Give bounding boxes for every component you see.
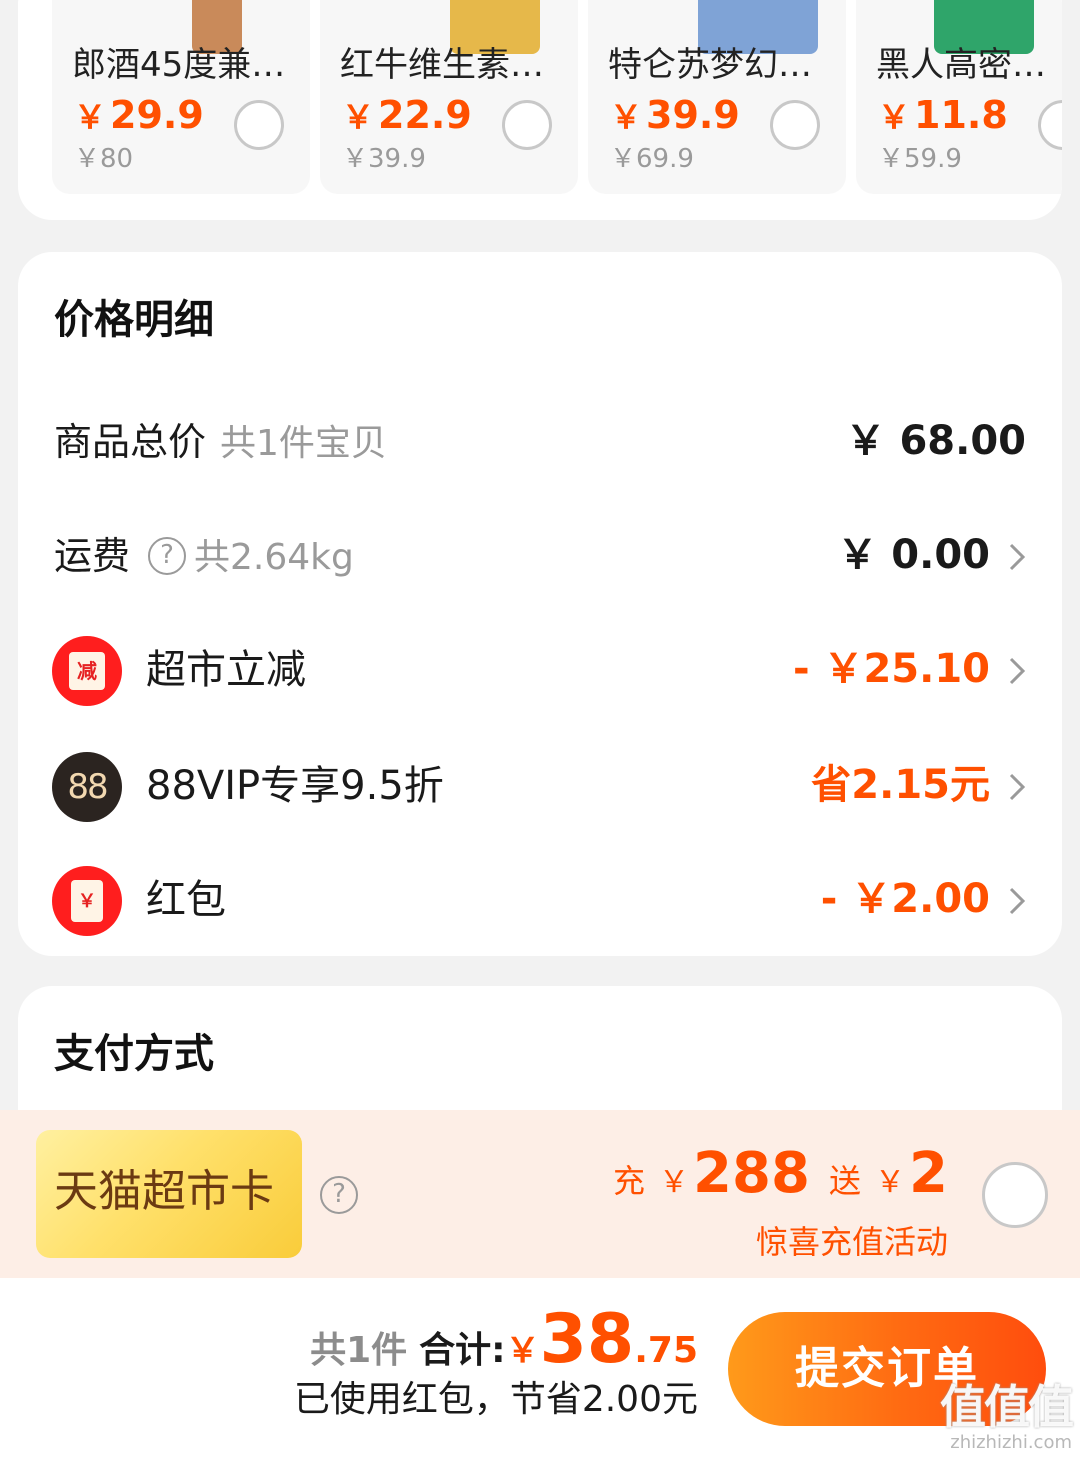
discount-label: 超市立减 [146,647,306,693]
product-name: 郎酒45度兼… [72,45,286,85]
checkout-bar: 共1件 合计:￥38.75 已使用红包，节省2.00元 提交订单 值值值 zhiz… [0,1278,1080,1464]
vip-88-icon: 88 [52,752,122,822]
goods-total-label: 商品总价 [54,420,207,464]
price-detail-card: 价格明细 商品总价 共1件宝贝 ￥ 68.00 运费? 共2.64kg ￥ 0.00… [18,252,1062,956]
original-price: ￥80 [74,144,134,174]
product-price: ￥ 11.8 [878,93,1008,137]
product-price: ￥ 29.9 [74,93,204,137]
chevron-right-icon[interactable] [1008,772,1026,802]
vip-discount-row[interactable]: 88 88VIP专享9.5折 省2.15元 [18,746,1062,826]
product-name: 黑人高密护… [876,45,1062,85]
recommendation-item[interactable]: 黑人高密护… ￥ 11.8 ￥59.9 [856,0,1062,194]
price-detail-title: 价格明细 [54,297,214,343]
select-radio[interactable] [1038,100,1062,150]
discount-icon: 减 [52,636,122,706]
select-radio[interactable] [770,100,820,150]
red-packet-value: - ￥2.00 [820,876,990,922]
vip-label: 88VIP专享9.5折 [146,763,444,809]
payment-title: 支付方式 [54,1031,214,1077]
original-price: ￥59.9 [878,144,962,174]
savings-note: 已使用红包，节省2.00元 [293,1379,698,1420]
original-price: ￥69.9 [610,144,694,174]
help-icon[interactable]: ? [320,1176,358,1214]
red-packet-icon: ￥ [52,866,122,936]
chevron-right-icon[interactable] [1008,542,1026,572]
recommendation-item[interactable]: 红牛维生素… ￥ 22.9 ￥39.9 [320,0,578,194]
chevron-right-icon[interactable] [1008,656,1026,686]
shipping-label: 运费 [54,534,131,578]
select-radio[interactable] [502,100,552,150]
product-price: ￥ 39.9 [610,93,740,137]
goods-total-row: 商品总价 共1件宝贝 ￥ 68.00 [18,402,1062,482]
shipping-weight: 共2.64kg [194,537,354,578]
product-name: 特仑苏梦幻… [608,45,812,85]
tmall-card-image: 天猫超市卡 [36,1130,302,1258]
help-icon[interactable]: ? [148,536,187,575]
recommendation-item[interactable]: 郎酒45度兼… ￥ 29.9 ￥80 [52,0,310,194]
tmall-card-option[interactable]: 天猫超市卡 ? 充 ￥288 送 ￥2 惊喜充值活动 [0,1110,1080,1278]
discount-value: - ￥25.10 [792,646,990,692]
product-name: 红牛维生素… [340,45,544,85]
original-price: ￥39.9 [342,144,426,174]
shipping-value: ￥ 0.00 [837,532,990,578]
vip-value: 省2.15元 [811,762,990,808]
promo-subtitle: 惊喜充值活动 [755,1223,948,1261]
total-label: 合计: [419,1330,506,1371]
select-radio[interactable] [234,100,284,150]
item-count: 共1件 [310,1330,408,1371]
supermarket-discount-row[interactable]: 减 超市立减 - ￥25.10 [18,630,1062,710]
chevron-right-icon[interactable] [1008,886,1026,916]
goods-total-value: ￥ 68.00 [845,418,1026,464]
product-price: ￥ 22.9 [342,93,472,137]
watermark: 值值值 zhizhizhi.com [940,1380,1074,1453]
red-packet-row[interactable]: ￥ 红包 - ￥2.00 [18,860,1062,940]
recharge-promo: 充 ￥288 送 ￥2 [613,1141,948,1206]
select-radio[interactable] [982,1162,1048,1228]
total-amount: 38 [539,1300,635,1379]
goods-count: 共1件宝贝 [220,423,387,464]
red-packet-label: 红包 [146,877,226,923]
recommendation-item[interactable]: 特仑苏梦幻… ￥ 39.9 ￥69.9 [588,0,846,194]
shipping-row[interactable]: 运费? 共2.64kg ￥ 0.00 [18,516,1062,596]
recommendation-strip: 郎酒45度兼… ￥ 29.9 ￥80 红牛维生素… ￥ 22.9 ￥39.9 特仑苏… [18,0,1062,220]
